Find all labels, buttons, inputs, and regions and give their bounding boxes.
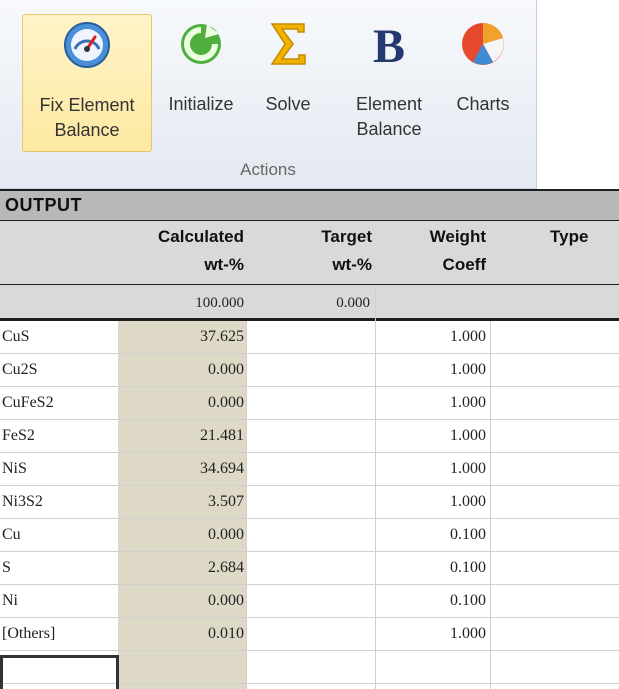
- row-name: Ni: [2, 592, 18, 609]
- sheet-title-bar: OUTPUT: [0, 189, 619, 221]
- bold-b-icon: B: [373, 20, 405, 68]
- element-balance-button[interactable]: B Element Balance: [344, 14, 434, 152]
- row-weight[interactable]: 1.000: [376, 625, 486, 643]
- solve-label: Solve: [265, 94, 311, 114]
- solve-button[interactable]: Solve: [256, 14, 320, 152]
- refresh-icon: [181, 24, 221, 64]
- sheet-title: OUTPUT: [5, 195, 82, 215]
- row-name: [Others]: [2, 625, 56, 642]
- target-header: Target wt-%: [321, 227, 372, 274]
- fix-element-balance-label: Fix Element Balance: [39, 95, 135, 140]
- output-sheet[interactable]: OUTPUT Calculated wt-% Target wt-% Weigh…: [0, 189, 619, 689]
- table-row[interactable]: Cu2S 0.000 1.000: [0, 354, 619, 387]
- row-calculated: 21.481: [200, 427, 244, 444]
- type-header: Type: [550, 227, 589, 246]
- row-calculated: 0.000: [208, 361, 244, 378]
- pie-chart-icon: [462, 23, 504, 65]
- row-weight[interactable]: 0.100: [376, 592, 486, 610]
- row-name: Cu: [2, 526, 21, 543]
- charts-button[interactable]: Charts: [440, 14, 526, 152]
- table-row[interactable]: Cu 0.000 0.100: [0, 519, 619, 552]
- element-balance-label: Element Balance: [355, 94, 423, 139]
- row-calculated: 0.010: [208, 625, 244, 642]
- row-calculated: 0.000: [208, 592, 244, 609]
- target-total: 0.000: [336, 295, 370, 311]
- table-row[interactable]: NiS 34.694 1.000: [0, 453, 619, 486]
- table-row[interactable]: S 2.684 0.100: [0, 552, 619, 585]
- row-name: FeS2: [2, 427, 35, 444]
- row-calculated: 0.000: [208, 394, 244, 411]
- row-weight[interactable]: 1.000: [376, 460, 486, 478]
- row-weight[interactable]: 1.000: [376, 427, 486, 445]
- row-weight[interactable]: 0.100: [376, 559, 486, 577]
- charts-label: Charts: [456, 94, 510, 114]
- table-row[interactable]: FeS2 21.481 1.000: [0, 420, 619, 453]
- row-name: Ni3S2: [2, 493, 43, 510]
- row-calculated: 37.625: [200, 328, 244, 345]
- row-name: S: [2, 559, 11, 576]
- initialize-button[interactable]: Initialize: [154, 14, 248, 152]
- initialize-label: Initialize: [168, 94, 234, 114]
- row-name: CuS: [2, 328, 30, 345]
- row-weight[interactable]: 0.100: [376, 526, 486, 544]
- fix-element-balance-button[interactable]: Fix Element Balance: [22, 14, 152, 152]
- calculated-total: 100.000: [195, 295, 244, 311]
- row-calculated: 3.507: [208, 493, 244, 510]
- row-weight[interactable]: 1.000: [376, 394, 486, 412]
- column-header-row: Calculated wt-% Target wt-% Weight Coeff…: [0, 221, 619, 285]
- totals-row: 100.000 0.000: [0, 285, 619, 321]
- table-row[interactable]: Ni3S2 3.507 1.000: [0, 486, 619, 519]
- calculated-header: Calculated wt-%: [158, 227, 244, 274]
- row-weight[interactable]: 1.000: [376, 328, 486, 346]
- row-weight[interactable]: 1.000: [376, 493, 486, 511]
- svg-text:B: B: [373, 20, 405, 68]
- ribbon-group-label: Actions: [240, 160, 296, 179]
- row-name: CuFeS2: [2, 394, 54, 411]
- table-row[interactable]: Ni 0.000 0.100: [0, 585, 619, 618]
- row-calculated: 2.684: [208, 559, 244, 576]
- table-row[interactable]: CuFeS2 0.000 1.000: [0, 387, 619, 420]
- row-weight[interactable]: 1.000: [376, 361, 486, 379]
- row-name: Cu2S: [2, 361, 38, 378]
- table-row[interactable]: [Others] 0.010 1.000: [0, 618, 619, 651]
- weight-coeff-header: Weight Coeff: [429, 227, 486, 274]
- gauge-icon: [64, 22, 110, 68]
- row-calculated: 34.694: [200, 460, 244, 477]
- selected-cell[interactable]: [0, 655, 119, 689]
- sigma-icon: [270, 23, 306, 65]
- table-row[interactable]: CuS 37.625 1.000: [0, 321, 619, 354]
- row-name: NiS: [2, 460, 27, 477]
- ribbon-actions-group: Fix Element Balance Initialize Solve B E…: [0, 0, 537, 189]
- row-calculated: 0.000: [208, 526, 244, 543]
